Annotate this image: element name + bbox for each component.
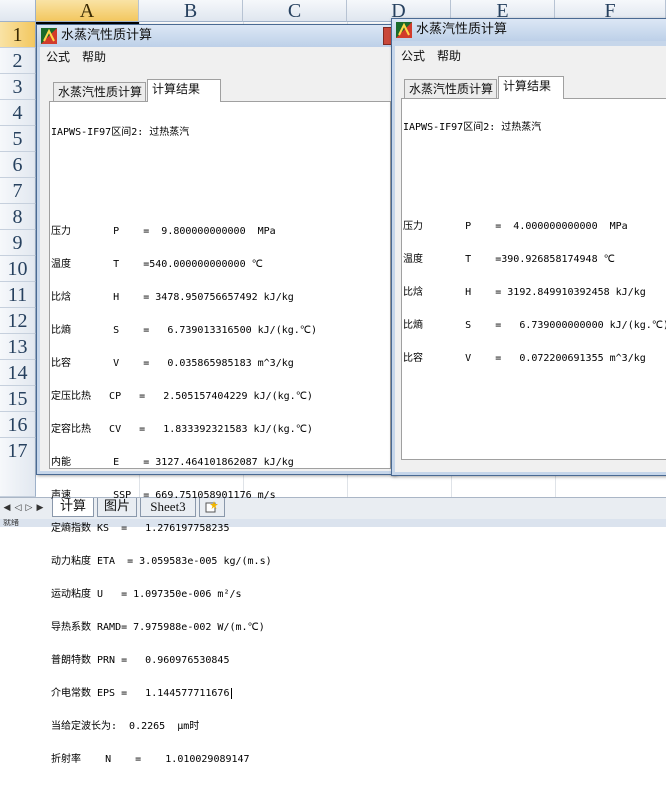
first-sheet-icon[interactable]: ◀ (2, 501, 12, 515)
menu-help[interactable]: 帮助 (76, 47, 112, 67)
row-header-6[interactable]: 6 (0, 152, 36, 178)
result-line: 比焓 H = 3192.849910392458 kJ/kg (403, 287, 646, 298)
row-header-8[interactable]: 8 (0, 204, 36, 230)
result-line: 介电常数 EPS = 1.144577711676 (51, 688, 230, 699)
row-header-2[interactable]: 2 (0, 48, 36, 74)
result-line: 比焓 H = 3478.950756657492 kJ/kg (51, 292, 294, 303)
row-header-7[interactable]: 7 (0, 178, 36, 204)
column-header-a[interactable]: A (36, 0, 139, 22)
result-line: 定熵指数 KS = 1.276197758235 (51, 523, 230, 534)
result-line (51, 160, 317, 171)
tab-results[interactable]: 计算结果 (147, 79, 221, 102)
result-line: 比容 V = 0.035865985183 m^3/kg (51, 358, 294, 369)
app-icon (396, 22, 412, 38)
window-titlebar[interactable]: 水蒸汽性质计算 (37, 25, 395, 47)
row-header-3[interactable]: 3 (0, 74, 36, 100)
result-line: 定压比热 CP = 2.505157404229 kJ/(kg.℃) (51, 391, 313, 402)
window-title: 水蒸汽性质计算 (61, 28, 153, 43)
results-text-left: IAPWS-IF97区间2: 过热蒸汽 压力 P = 9.80000000000… (51, 105, 317, 787)
app-icon (41, 28, 57, 44)
result-line: 运动粘度 U = 1.097350e-006 m²/s (51, 589, 242, 600)
result-line-with-cursor[interactable]: 介电常数 EPS = 1.144577711676 (51, 688, 317, 699)
column-header-b[interactable]: B (139, 0, 243, 22)
window-titlebar[interactable]: 水蒸汽性质计算 (392, 19, 666, 41)
prev-sheet-icon[interactable]: ◁ (13, 501, 23, 515)
result-line: 声速 SSP = 669.751058901176 m/s (51, 490, 276, 501)
menu-formula[interactable]: 公式 (40, 47, 76, 67)
row-header-17[interactable]: 17 (0, 438, 36, 497)
column-header-c[interactable]: C (243, 0, 347, 22)
result-line: 当给定波长为: 0.2265 μm时 (51, 721, 200, 732)
row-header-10[interactable]: 10 (0, 256, 36, 282)
results-panel: IAPWS-IF97区间2: 过热蒸汽 压力 P = 9.80000000000… (49, 101, 391, 765)
result-line: 温度 T =540.000000000000 ℃ (51, 259, 263, 270)
row-header-16[interactable]: 16 (0, 412, 36, 438)
steam-calc-window-right[interactable]: 水蒸汽性质计算 公式 帮助 水蒸汽性质计算 计算结果 IAPWS-IF97区间2:… (391, 18, 666, 476)
window-title: 水蒸汽性质计算 (416, 22, 508, 37)
result-line: IAPWS-IF97区间2: 过热蒸汽 (403, 122, 542, 133)
result-line: 普朗特数 PRN = 0.960976530845 (51, 655, 230, 666)
tab-steam-calc[interactable]: 水蒸汽性质计算 (404, 79, 497, 98)
row-header-9[interactable]: 9 (0, 230, 36, 256)
result-line: 折射率 N = 1.010029089147 (51, 754, 250, 765)
results-text-right: IAPWS-IF97区间2: 过热蒸汽 压力 P = 4.00000000000… (403, 100, 666, 386)
row-header-4[interactable]: 4 (0, 100, 36, 126)
result-line: 比熵 S = 6.739000000000 kJ/(kg.℃) (403, 320, 666, 331)
result-line: 压力 P = 9.800000000000 MPa (51, 226, 276, 237)
result-line: 比熵 S = 6.739013316500 kJ/(kg.℃) (51, 325, 318, 336)
result-line: 动力粘度 ETA = 3.059583e-005 kg/(m.s) (51, 556, 272, 567)
row-header-1[interactable]: 1 (0, 22, 36, 48)
next-sheet-icon[interactable]: ▷ (24, 501, 34, 515)
window-client-area: 水蒸汽性质计算 计算结果 IAPWS-IF97区间2: 过热蒸汽 压力 P = … (40, 67, 392, 765)
result-line: 比容 V = 0.072200691355 m^3/kg (403, 353, 646, 364)
result-line: IAPWS-IF97区间2: 过热蒸汽 (51, 127, 190, 138)
row-header-5[interactable]: 5 (0, 126, 36, 152)
menu-bar: 公式 帮助 (40, 47, 392, 67)
menu-formula[interactable]: 公式 (395, 46, 431, 66)
last-sheet-icon[interactable]: ▶ (35, 501, 45, 515)
row-header-14[interactable]: 14 (0, 360, 36, 386)
row-header-12[interactable]: 12 (0, 308, 36, 334)
row-header-11[interactable]: 11 (0, 282, 36, 308)
row-header-13[interactable]: 13 (0, 334, 36, 360)
result-line: 内能 E = 3127.464101862087 kJ/kg (51, 457, 294, 468)
text-cursor (231, 688, 233, 699)
menu-help[interactable]: 帮助 (431, 46, 467, 66)
result-line (51, 193, 317, 204)
tab-steam-calc[interactable]: 水蒸汽性质计算 (53, 82, 146, 101)
result-line: 压力 P = 4.000000000000 MPa (403, 221, 628, 232)
result-line (403, 155, 666, 166)
select-all-corner[interactable] (0, 0, 36, 22)
result-line: 定容比热 CV = 1.833392321583 kJ/(kg.℃) (51, 424, 313, 435)
window-client-area: 水蒸汽性质计算 计算结果 IAPWS-IF97区间2: 过热蒸汽 压力 P = … (395, 66, 666, 472)
menu-bar: 公式 帮助 (395, 46, 666, 66)
result-line (403, 188, 666, 199)
results-panel: IAPWS-IF97区间2: 过热蒸汽 压力 P = 4.00000000000… (401, 98, 666, 460)
row-header-15[interactable]: 15 (0, 386, 36, 412)
tab-results[interactable]: 计算结果 (498, 76, 564, 99)
steam-calc-window-left[interactable]: 水蒸汽性质计算 公式 帮助 水蒸汽性质计算 计算结果 IAPWS-IF97区间2:… (36, 24, 396, 765)
result-line: 温度 T =390.926858174948 ℃ (403, 254, 615, 265)
status-text: 就绪 (3, 519, 19, 527)
result-line: 导热系数 RAMD= 7.975988e-002 W/(m.℃) (51, 622, 265, 633)
